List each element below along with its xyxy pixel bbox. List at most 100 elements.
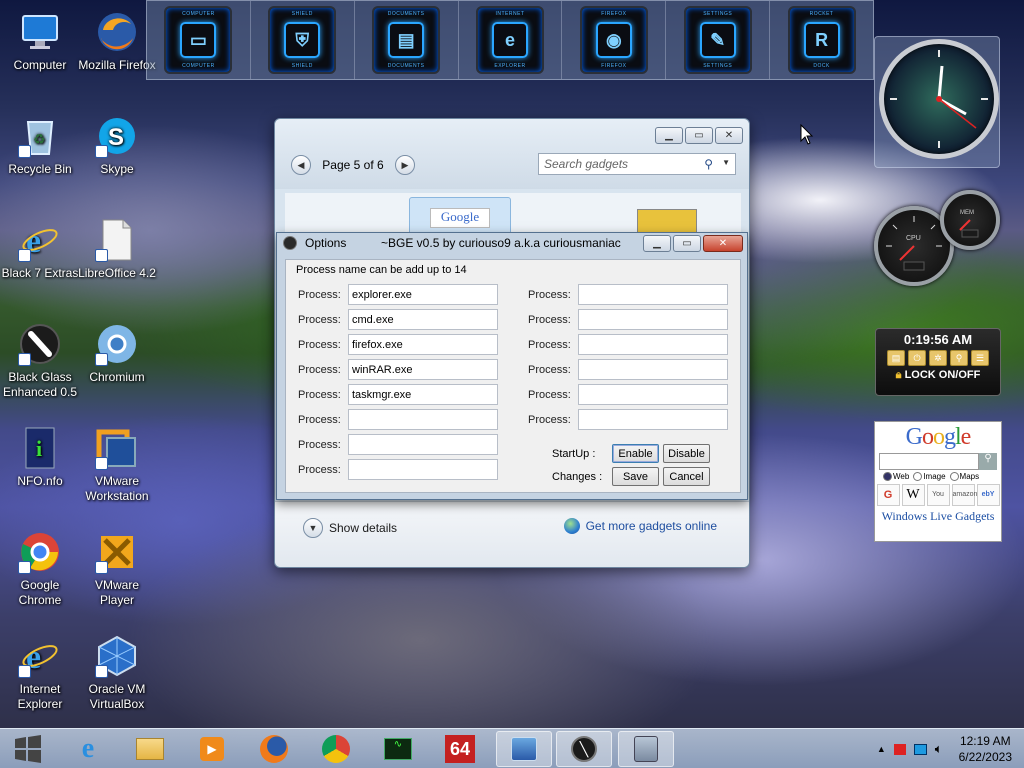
radio-maps[interactable]: Maps — [949, 472, 979, 482]
show-details-toggle[interactable]: ▼ Show details — [303, 518, 397, 538]
taskbar-monitor-app[interactable]: ∿ — [370, 731, 426, 767]
cpu-meter-gadget[interactable]: CPU MEM — [872, 188, 1002, 288]
cancel-button[interactable]: Cancel — [663, 467, 710, 486]
flag-icon[interactable] — [893, 743, 906, 755]
enable-button[interactable]: Enable — [612, 444, 659, 463]
dock-item-documents[interactable]: DOCUMENTS ▤ DOCUMENTS — [355, 1, 459, 79]
dock-caption: COMPUTER — [182, 63, 215, 69]
virtualbox-icon — [93, 632, 141, 680]
process-group: Process name can be add up to 14 Process… — [285, 259, 741, 493]
list-icon[interactable]: ☰ — [971, 350, 989, 366]
search-icon[interactable]: ⚲ — [704, 157, 713, 171]
desktop-icon-black7-extras[interactable]: e Black 7 Extras — [0, 216, 80, 281]
windows-live-gadgets-link[interactable]: Windows Live Gadgets — [875, 509, 1001, 524]
lock-toggle[interactable]: 🔒︎ LOCK ON/OFF — [876, 369, 1000, 382]
process-input[interactable] — [348, 409, 498, 430]
dock-item-shield[interactable]: SHIELD ⛨ SHIELD — [251, 1, 355, 79]
amazon-link-tile[interactable]: amazon — [951, 484, 977, 507]
desktop-icon-vmware-workstation[interactable]: VMware Workstation — [77, 424, 157, 504]
ebay-link-tile[interactable]: ebY — [976, 484, 1000, 507]
taskbar-clock[interactable]: 12:19 AM 6/22/2023 — [959, 733, 1012, 765]
start-button[interactable] — [6, 731, 50, 767]
window-controls: ▁ ▭ ✕ — [655, 127, 743, 144]
save-button[interactable]: Save — [612, 467, 659, 486]
taskbar-internet-explorer[interactable]: e — [60, 731, 116, 767]
taskbar-explorer[interactable] — [122, 731, 178, 767]
search-icon[interactable]: ⚲ — [950, 350, 968, 366]
process-input[interactable] — [578, 359, 728, 380]
process-input[interactable] — [348, 284, 498, 305]
taskbar-chrome[interactable] — [308, 731, 364, 767]
desktop-icon-firefox[interactable]: Mozilla Firefox — [77, 8, 157, 73]
dock-item-settings[interactable]: SETTINGS ✎ SETTINGS — [666, 1, 771, 79]
youtube-link-tile[interactable]: You — [926, 484, 950, 507]
volume-icon[interactable]: 🔈︎ — [935, 741, 943, 757]
wikipedia-link-tile[interactable]: W — [901, 484, 925, 507]
process-input[interactable] — [578, 409, 728, 430]
taskbar-gadgets[interactable] — [496, 731, 552, 767]
process-input[interactable] — [348, 434, 498, 455]
radio-image[interactable]: Image — [913, 472, 946, 482]
process-input[interactable] — [348, 359, 498, 380]
process-input[interactable] — [578, 284, 728, 305]
desktop-icon-internet-explorer[interactable]: e Internet Explorer — [0, 632, 80, 712]
power-icon[interactable]: ⏻ — [908, 350, 926, 366]
desktop-icon-libreoffice[interactable]: LibreOffice 4.2 — [77, 216, 157, 281]
taskbar-firefox[interactable] — [246, 731, 302, 767]
gadget-thumb-google[interactable]: Google — [409, 197, 511, 237]
maximize-button[interactable]: ▭ — [685, 127, 713, 144]
desktop-icon-computer[interactable]: Computer — [0, 8, 80, 73]
process-input[interactable] — [578, 309, 728, 330]
process-row: Process: — [528, 384, 728, 405]
dock-item-firefox[interactable]: FIREFOX ◉ FIREFOX — [562, 1, 667, 79]
search-icon[interactable]: ⚲ — [979, 453, 997, 470]
radio-web[interactable]: Web — [883, 472, 909, 482]
desktop-icon-recycle-bin[interactable]: ♻ Recycle Bin — [0, 112, 80, 177]
gadget-thumb-slideshow[interactable] — [637, 209, 697, 233]
process-input[interactable] — [348, 309, 498, 330]
desktop-icon-chromium[interactable]: Chromium — [77, 320, 157, 385]
process-input[interactable] — [348, 334, 498, 355]
get-more-gadgets-link[interactable]: Get more gadgets online — [563, 518, 717, 534]
process-input[interactable] — [578, 384, 728, 405]
taskbar-media-player[interactable]: ▶ — [184, 731, 240, 767]
desktop-icon-virtualbox[interactable]: Oracle VM VirtualBox — [77, 632, 157, 712]
desktop-icon-black-glass[interactable]: Black Glass Enhanced 0.5 — [0, 320, 80, 400]
firefox-icon — [260, 735, 288, 763]
display-icon[interactable] — [913, 743, 927, 755]
process-input[interactable] — [578, 334, 728, 355]
taskbar-settings-app[interactable] — [618, 731, 674, 767]
desktop-icon-vmware-player[interactable]: VMware Player — [77, 528, 157, 608]
taskbar-64-app[interactable]: 64 — [432, 731, 488, 767]
desktop-icon-nfo[interactable]: i NFO.nfo — [0, 424, 80, 489]
dock-item-internet-explorer[interactable]: INTERNET e EXPLORER — [459, 1, 563, 79]
desktop-icon-skype[interactable]: S Skype — [77, 112, 157, 177]
folder-icon[interactable]: ▤ — [887, 350, 905, 366]
maximize-button[interactable]: ▭ — [673, 235, 701, 252]
clock-gadget[interactable] — [874, 36, 1000, 168]
taskbar-black-glass[interactable]: ╲ — [556, 731, 612, 767]
close-button[interactable]: ✕ — [703, 235, 743, 252]
desktop-icon-label: Black 7 Extras — [1, 266, 79, 280]
google-search-input[interactable] — [879, 453, 979, 470]
svg-text:S: S — [108, 124, 124, 151]
disable-button[interactable]: Disable — [663, 444, 710, 463]
close-button[interactable]: ✕ — [715, 127, 743, 144]
google-link-tile[interactable]: G — [876, 484, 900, 507]
dock-item-computer[interactable]: COMPUTER ▭ COMPUTER — [147, 1, 251, 79]
minimize-button[interactable]: ▁ — [643, 235, 671, 252]
minimize-button[interactable]: ▁ — [655, 127, 683, 144]
dock-item-rocketdock[interactable]: ROCKET R DOCK — [770, 1, 873, 79]
process-row: Process: — [298, 334, 498, 355]
show-hidden-icons[interactable]: ▲ — [877, 744, 886, 754]
process-input[interactable] — [348, 459, 498, 480]
dock-caption: SHIELD — [291, 11, 313, 17]
desktop-icon-google-chrome[interactable]: Google Chrome — [0, 528, 80, 608]
previous-page-button[interactable]: ◀ — [291, 155, 311, 175]
gadget-search-input[interactable]: Search gadgets ⚲ ▼ — [538, 153, 736, 175]
process-input[interactable] — [348, 384, 498, 405]
chevron-down-icon[interactable]: ▼ — [722, 158, 730, 167]
next-page-button[interactable]: ▶ — [395, 155, 415, 175]
dock-caption: FIREFOX — [601, 11, 627, 17]
gear-icon[interactable]: ✲ — [929, 350, 947, 366]
